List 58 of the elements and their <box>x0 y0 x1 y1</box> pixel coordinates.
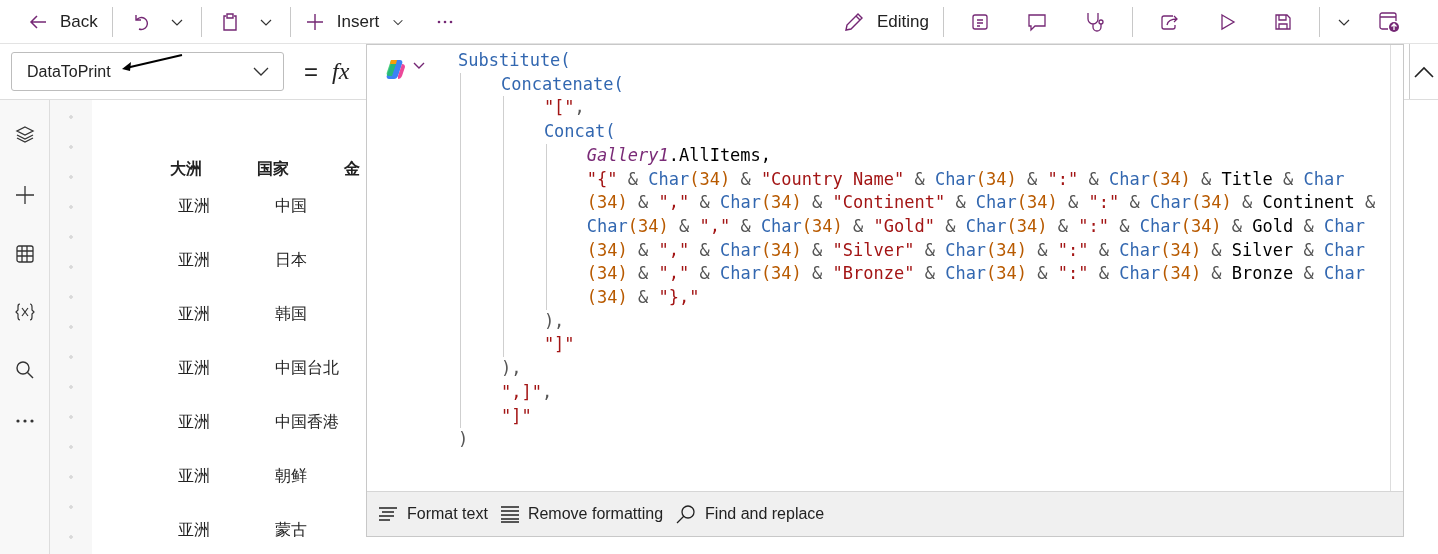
search-icon[interactable] <box>14 360 35 380</box>
remove-formatting-button[interactable]: Remove formatting <box>497 501 666 527</box>
text-lines-icon <box>377 505 399 523</box>
notes-icon[interactable] <box>970 11 990 32</box>
insert-button[interactable]: Insert <box>298 7 412 36</box>
lines-icon <box>499 505 520 523</box>
table-cell-text: 蒙古 <box>275 519 308 540</box>
variables-icon[interactable] <box>13 302 36 322</box>
code-line: ), <box>500 357 522 381</box>
format-text-button[interactable]: Format text <box>375 501 490 527</box>
table-cell-text: 韩国 <box>275 303 308 324</box>
table-cell-text: 亚洲 <box>178 303 211 324</box>
table-cell-text: 中国 <box>275 195 308 216</box>
code-line: "{" & Char(34) & "Country Name" & Char(34) & ":" & Char(34) & Title & Char (34) & "," & Char(34) & "Continent" & Char(34) & ":" & Char(34) & Continent & Char(34) & "," & Char(34) & "Gold" & Char(34) & ":" & Char(34) & Gold & Char (34) & "," & Char(34) & "Silver" & Char(34) & ":" & Char(34) & Silver & Char (34) & "," & Char(34) & "Bronze" & Char(34) & ":" & Char(34) & Bronze & Char (34) & "}," <box>586 167 1377 310</box>
table-icon[interactable] <box>14 244 35 264</box>
table-cell-text: 亚洲 <box>178 357 211 378</box>
pencil-icon <box>843 10 865 33</box>
table-cell-text: 亚洲 <box>178 249 211 270</box>
editing-button[interactable]: Editing <box>837 6 935 37</box>
code-line: Concatenate( <box>500 72 624 96</box>
equals-sign: = <box>304 57 318 86</box>
property-dropdown[interactable]: DataToPrint <box>11 52 284 91</box>
comment-icon[interactable] <box>1026 11 1048 32</box>
fx-label: fx <box>332 58 350 85</box>
annotation-arrow <box>120 52 184 74</box>
table-cell-text: 中国台北 <box>275 357 340 378</box>
more-icon[interactable] <box>437 18 454 25</box>
code-line: ",]", <box>500 380 553 404</box>
chevron-down-icon <box>253 67 269 76</box>
stethoscope-icon[interactable] <box>1084 10 1106 33</box>
plus-icon <box>304 11 325 32</box>
column-header: 金 <box>344 158 361 179</box>
table-cell-text: 亚洲 <box>178 465 211 486</box>
code-line: ), <box>543 309 565 333</box>
code-line: ) <box>458 428 469 452</box>
table-cell-text: 中国香港 <box>275 411 340 432</box>
code-line: "]" <box>500 404 532 428</box>
table-cell-text: 朝鲜 <box>275 465 308 486</box>
column-header: 国家 <box>257 158 290 179</box>
formula-editor[interactable] <box>366 44 1404 537</box>
find-replace-button[interactable]: Find and replace <box>673 500 827 528</box>
back-button[interactable]: Back <box>22 7 104 36</box>
plus-icon[interactable] <box>13 184 36 206</box>
chevron-up-icon[interactable] <box>1413 64 1435 79</box>
code-line: Concat( <box>543 120 616 144</box>
table-cell-text: 亚洲 <box>178 411 211 432</box>
save-icon[interactable] <box>1273 11 1293 32</box>
code-line: "]" <box>543 333 575 357</box>
code-line: "[", <box>543 96 585 120</box>
table-cell-text: 亚洲 <box>178 195 211 216</box>
code-line: Substitute( <box>458 49 571 72</box>
table-cell-text: 亚洲 <box>178 519 211 540</box>
more-icon[interactable] <box>14 418 35 424</box>
table-cell-text: 日本 <box>275 249 308 270</box>
publish-icon[interactable] <box>1378 10 1400 33</box>
column-header: 大洲 <box>170 158 203 179</box>
code-line: Gallery1.AllItems, <box>586 143 772 167</box>
search-icon <box>675 504 698 524</box>
